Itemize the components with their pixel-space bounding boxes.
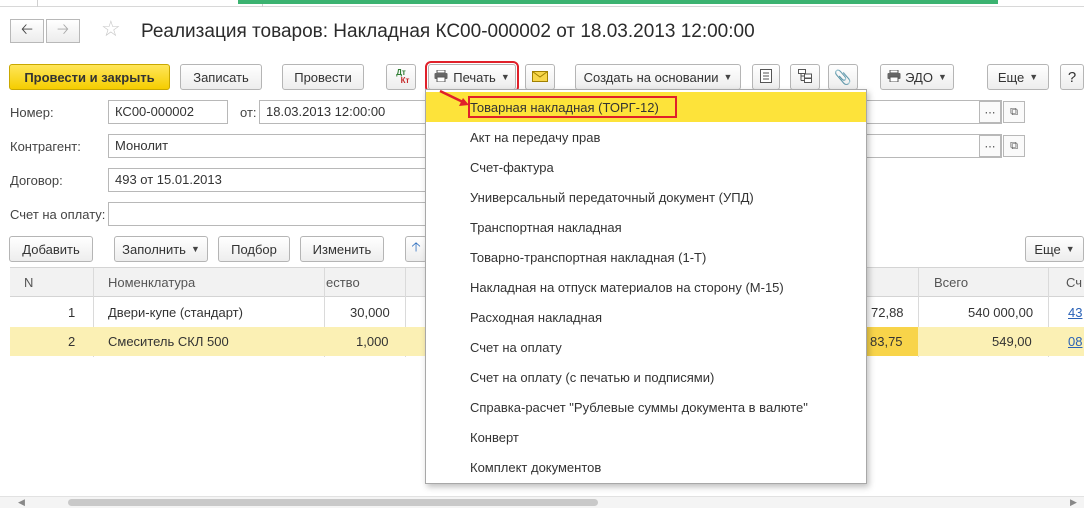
table-more-button[interactable]: Еще ▼ [1025,236,1084,262]
email-button[interactable] [525,64,555,90]
chevron-down-icon: ▼ [190,244,200,254]
invoice-label: Счет на оплату: [10,207,106,222]
table-more-label: Еще [1034,241,1061,257]
row-number: 1 [68,305,76,320]
arrow-right-icon: 🡢 [56,20,70,38]
dots-icon[interactable]: ⋯ [979,135,1001,157]
post-button[interactable]: Провести [282,64,364,90]
chevron-down-icon: ▼ [500,72,510,82]
move-up-button[interactable]: 🡡 [405,236,427,262]
chevron-down-icon: ▼ [937,72,947,82]
row-total: 540 000,00 [968,305,1034,320]
top-panel-strip [0,0,1084,7]
menu-item-upd[interactable]: Универсальный передаточный документ (УПД… [426,182,866,212]
row-price: 72,88 [871,305,904,320]
scrollbar-thumb[interactable] [68,499,598,506]
column-invoice: Сч [1066,275,1083,290]
paperclip-icon: 📎 [834,68,852,85]
edo-label: ЭДО [905,69,933,85]
arrow-left-icon: 🡠 [20,20,34,38]
page-title: Реализация товаров: Накладная КС00-00000… [141,21,755,42]
row-quantity: 30,000 [350,305,390,320]
change-button[interactable]: Изменить [300,236,384,262]
date-label: от: [240,105,257,120]
scroll-right-icon[interactable]: ▶ [1070,497,1077,508]
print-button[interactable]: Печать ▼ [425,61,519,93]
column-n: N [24,275,34,290]
dots-icon[interactable]: ⋯ [979,101,1001,123]
create-based-label: Создать на основании [583,69,719,85]
row-quantity: 1,000 [356,334,389,349]
menu-item-transport-waybill[interactable]: Транспортная накладная [426,212,866,242]
hierarchy-icon [798,68,812,86]
number-field[interactable]: КС00-000002 [108,100,228,124]
question-icon: ? [1067,68,1077,86]
horizontal-scrollbar[interactable]: ◀ ▶ [0,496,1084,508]
document-list-icon [760,68,772,86]
chevron-down-icon: ▼ [1029,72,1039,82]
counterparty-label: Контрагент: [10,139,81,154]
menu-item-currency-certificate[interactable]: Справка-расчет "Рублевые суммы документа… [426,392,866,422]
dt-kt-button[interactable]: Дт Кт [386,64,416,90]
menu-item-payment-invoice-stamped[interactable]: Счет на оплату (с печатью и подписями) [426,362,866,392]
row-price: 83,75 [870,334,903,349]
menu-item-ttn[interactable]: Товарно-транспортная накладная (1-Т) [426,242,866,272]
row-number: 2 [68,334,76,349]
list-button[interactable] [752,64,780,90]
kt-label: Кт [400,76,410,85]
envelope-icon [532,70,548,85]
pointer-arrow-icon [439,89,469,106]
chevron-down-icon: ▼ [723,72,733,82]
fill-button[interactable]: Заполнить ▼ [114,236,208,262]
pick-button[interactable]: Подбор [218,236,290,262]
contract-field[interactable]: 493 от 15.01.2013 [108,168,429,192]
star-icon[interactable]: ☆ [101,16,121,42]
menu-item-m15[interactable]: Накладная на отпуск материалов на сторон… [426,272,866,302]
menu-item-envelope[interactable]: Конверт [426,422,866,452]
print-menu: Товарная накладная (ТОРГ-12) Акт на пере… [425,89,867,484]
save-button[interactable]: Записать [180,64,262,90]
back-button[interactable]: 🡠 [10,19,44,43]
create-based-on-button[interactable]: Создать на основании ▼ [575,64,741,90]
more-button[interactable]: Еще ▼ [987,64,1049,90]
number-label: Номер: [10,105,54,120]
column-nomenclature: Номенклатура [108,275,196,290]
open-icon[interactable]: ⧉ [1003,135,1025,157]
contract-label: Договор: [10,173,63,188]
row-invoice-link[interactable]: 43 [1068,305,1082,320]
menu-item-document-set[interactable]: Комплект документов [426,452,866,482]
edo-button[interactable]: ЭДО ▼ [880,64,954,90]
date-field[interactable]: 18.03.2013 12:00:00 [259,100,429,124]
forward-button[interactable]: 🡢 [46,19,80,43]
highlight-frame [468,96,677,118]
add-button[interactable]: Добавить [9,236,93,262]
print-label: Печать [453,69,496,85]
column-total: Всего [934,275,969,290]
row-nomenclature: Двери-купе (стандарт) [108,305,243,320]
open-icon[interactable]: ⧉ [1003,101,1025,123]
help-button[interactable]: ? [1060,64,1084,90]
column-quantity: ество [326,275,360,290]
row-total: 549,00 [992,334,1032,349]
row-invoice-link[interactable]: 08 [1068,334,1082,349]
menu-item-payment-invoice[interactable]: Счет на оплату [426,332,866,362]
arrow-up-icon: 🡡 [411,239,421,254]
more-label: Еще [997,69,1025,85]
fill-label: Заполнить [122,241,186,257]
attach-button[interactable]: 📎 [828,64,858,90]
counterparty-field[interactable]: Монолит [108,134,429,158]
menu-item-rights-act[interactable]: Акт на передачу прав [426,122,866,152]
row-nomenclature: Смеситель СКЛ 500 [108,334,229,349]
chevron-down-icon: ▼ [1065,244,1075,254]
menu-item-invoice-factura[interactable]: Счет-фактура [426,152,866,182]
invoice-field[interactable] [108,202,429,226]
structure-button[interactable] [790,64,820,90]
menu-item-expense-waybill[interactable]: Расходная накладная [426,302,866,332]
post-and-close-button[interactable]: Провести и закрыть [9,64,170,90]
printer-icon [434,69,448,85]
scroll-left-icon[interactable]: ◀ [18,497,25,508]
printer-icon [887,69,901,85]
